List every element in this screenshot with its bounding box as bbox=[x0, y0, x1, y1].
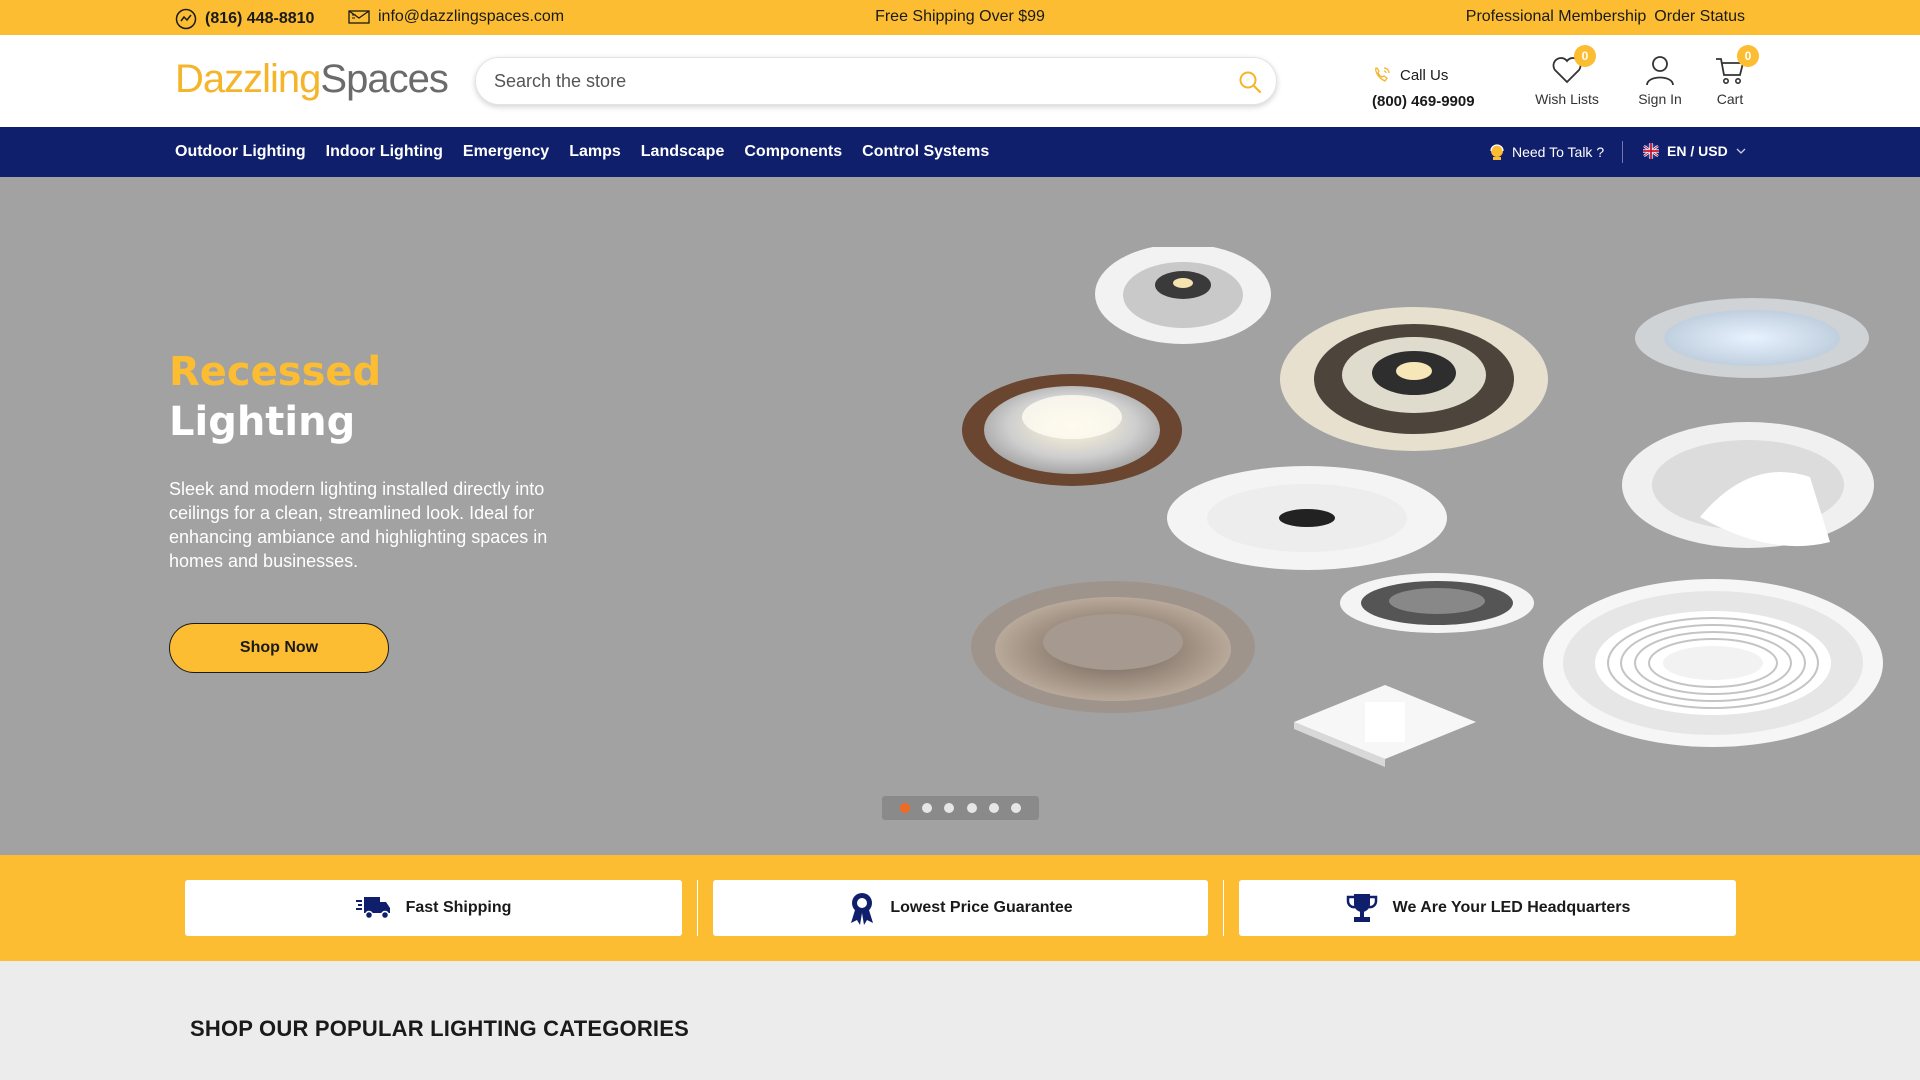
wishlist-button[interactable]: 0 Wish Lists bbox=[1532, 45, 1602, 107]
uk-flag-icon bbox=[1643, 143, 1659, 159]
search-input[interactable] bbox=[494, 58, 1194, 104]
carousel-dot-1[interactable] bbox=[900, 803, 911, 813]
recessed-lights-product-image bbox=[962, 247, 1883, 767]
main-nav: Outdoor Lighting Indoor Lighting Emergen… bbox=[0, 127, 1920, 177]
order-status-link[interactable]: Order Status bbox=[1654, 8, 1745, 26]
carousel-dot-3[interactable] bbox=[944, 803, 955, 813]
nav-item-lamps[interactable]: Lamps bbox=[569, 143, 621, 161]
feature-divider bbox=[1223, 880, 1224, 936]
feature-led-headquarters-label: We Are Your LED Headquarters bbox=[1392, 899, 1631, 916]
hero-title-line2: Lighting bbox=[169, 399, 356, 445]
language-currency-label: EN / USD bbox=[1667, 143, 1728, 159]
nav-item-components[interactable]: Components bbox=[744, 143, 842, 161]
user-icon bbox=[1646, 56, 1674, 86]
site-header: DazzlingSpaces Call Us (800) 469-9909 0 … bbox=[0, 35, 1920, 127]
feature-fast-shipping: Fast Shipping bbox=[185, 880, 682, 936]
nav-item-outdoor-lighting[interactable]: Outdoor Lighting bbox=[175, 143, 306, 161]
nav-item-landscape[interactable]: Landscape bbox=[641, 143, 725, 161]
nav-divider bbox=[1622, 141, 1623, 163]
delivery-truck-icon bbox=[355, 897, 390, 920]
nav-menu: Outdoor Lighting Indoor Lighting Emergen… bbox=[175, 127, 989, 177]
feature-led-headquarters: We Are Your LED Headquarters bbox=[1239, 880, 1736, 936]
need-to-talk-link[interactable]: Need To Talk ? bbox=[1488, 143, 1604, 161]
hero-title: Recessed Lighting bbox=[169, 347, 381, 447]
carousel-dot-5[interactable] bbox=[988, 803, 999, 813]
sign-in-label: Sign In bbox=[1638, 91, 1682, 107]
hero-title-line1: Recessed bbox=[169, 349, 382, 395]
language-currency-selector[interactable]: EN / USD bbox=[1643, 143, 1746, 159]
shop-now-button[interactable]: Shop Now bbox=[169, 623, 389, 673]
top-bar: (816) 448-8810 info@dazzlingspaces.com F… bbox=[0, 0, 1920, 35]
site-logo[interactable]: DazzlingSpaces bbox=[175, 57, 449, 102]
carousel-dot-2[interactable] bbox=[922, 803, 933, 813]
feature-divider bbox=[697, 880, 698, 936]
categories-section: SHOP OUR POPULAR LIGHTING CATEGORIES bbox=[0, 961, 1920, 1080]
call-us[interactable]: Call Us (800) 469-9909 bbox=[1372, 65, 1475, 111]
feature-lowest-price-label: Lowest Price Guarantee bbox=[890, 899, 1073, 916]
features-strip: Fast Shipping Lowest Price Guarantee We … bbox=[0, 855, 1920, 961]
phone-call-icon bbox=[1375, 67, 1390, 82]
need-to-talk-label: Need To Talk ? bbox=[1512, 144, 1605, 160]
nav-item-control-systems[interactable]: Control Systems bbox=[862, 143, 989, 161]
hero-banner: Recessed Lighting Sleek and modern light… bbox=[0, 177, 1920, 855]
chevron-down-icon bbox=[1736, 148, 1746, 154]
carousel-dot-4[interactable] bbox=[966, 803, 977, 813]
wishlist-label: Wish Lists bbox=[1535, 91, 1599, 107]
sign-in-button[interactable]: Sign In bbox=[1630, 53, 1690, 107]
nav-item-indoor-lighting[interactable]: Indoor Lighting bbox=[326, 143, 443, 161]
award-ribbon-icon bbox=[851, 893, 874, 925]
hero-description: Sleek and modern lighting installed dire… bbox=[169, 479, 548, 571]
free-shipping-text: Free Shipping Over $99 bbox=[875, 8, 1045, 25]
search-icon[interactable] bbox=[1238, 70, 1262, 94]
cart-button[interactable]: 0 Cart bbox=[1712, 45, 1759, 107]
feature-fast-shipping-label: Fast Shipping bbox=[405, 899, 512, 916]
call-us-number: (800) 469-9909 bbox=[1372, 93, 1475, 110]
logo-part1: Dazzling bbox=[175, 57, 321, 101]
nav-item-emergency[interactable]: Emergency bbox=[463, 143, 549, 161]
topbar-links: Professional Membership Order Status bbox=[1466, 8, 1745, 26]
professional-membership-link[interactable]: Professional Membership bbox=[1466, 8, 1647, 26]
search-bar bbox=[475, 57, 1277, 105]
logo-part2: Spaces bbox=[320, 57, 448, 101]
feature-lowest-price: Lowest Price Guarantee bbox=[713, 880, 1208, 936]
wishlist-count-badge: 0 bbox=[1574, 45, 1596, 67]
trophy-icon bbox=[1346, 894, 1377, 922]
carousel-dots bbox=[882, 796, 1039, 820]
call-us-label: Call Us bbox=[1400, 66, 1449, 84]
categories-heading: SHOP OUR POPULAR LIGHTING CATEGORIES bbox=[190, 1016, 689, 1041]
support-agent-icon bbox=[1490, 144, 1504, 160]
cart-label: Cart bbox=[1716, 91, 1744, 107]
cart-count-badge: 0 bbox=[1737, 45, 1759, 67]
carousel-dot-6[interactable] bbox=[1010, 803, 1021, 813]
